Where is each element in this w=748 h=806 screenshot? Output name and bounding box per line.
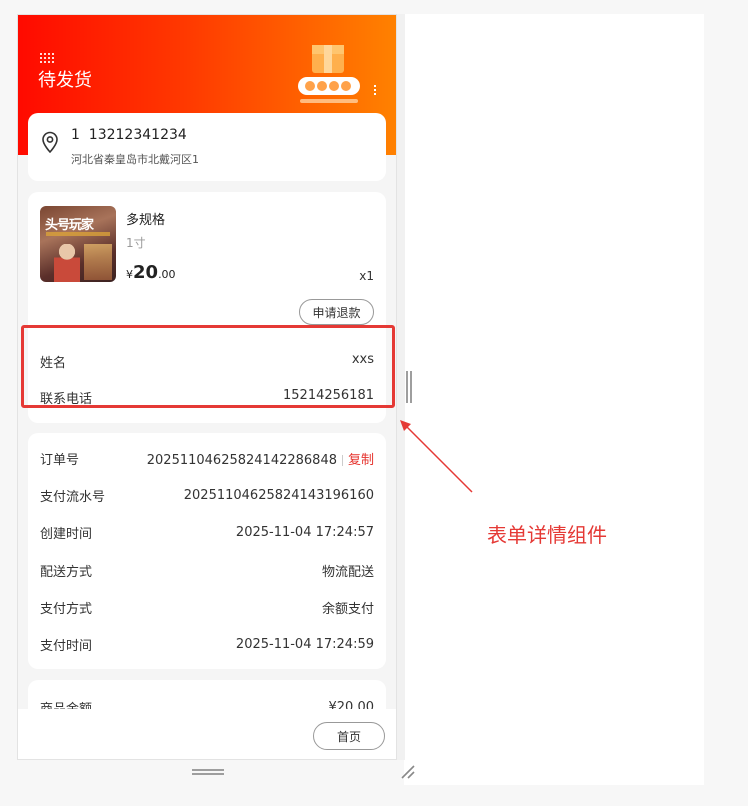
home-button[interactable]: 首页 xyxy=(313,722,385,750)
info-value: 2025-11-04 17:24:57 xyxy=(235,525,374,540)
info-label: 创建时间 xyxy=(40,527,93,542)
product-quantity: x1 xyxy=(359,269,374,283)
info-row: 创建时间 2025-11-04 17:24:57 xyxy=(40,523,374,542)
annotation-label: 表单详情组件 xyxy=(487,523,607,547)
info-row: 支付时间 2025-11-04 17:24:59 xyxy=(40,635,374,654)
annotation-arrow-icon xyxy=(400,420,473,493)
address-card[interactable]: 1 13212341234 河北省秦皇岛市北戴河区1 xyxy=(28,113,386,181)
info-row: 支付方式 余额支付 xyxy=(40,598,374,617)
info-label: 配送方式 xyxy=(40,565,93,580)
recipient-address: 河北省秦皇岛市北戴河区1 xyxy=(71,153,199,166)
info-label: 支付方式 xyxy=(40,602,93,617)
info-row: 支付流水号 20251104625824143196160 xyxy=(40,486,374,505)
preview-scrollbar[interactable] xyxy=(397,14,405,760)
info-row: 配送方式 物流配送 xyxy=(40,561,374,580)
location-icon xyxy=(42,131,58,153)
info-value: 物流配送 xyxy=(321,565,374,580)
canvas-background xyxy=(404,14,704,806)
copy-button[interactable]: 复制 xyxy=(348,453,374,468)
resize-corner-icon[interactable] xyxy=(400,764,416,780)
info-label: 订单号 xyxy=(40,453,80,468)
shipping-box-icon xyxy=(298,45,360,103)
resize-handle-bottom[interactable] xyxy=(192,769,224,777)
info-value: 2025-11-04 17:24:59 xyxy=(235,637,374,652)
dots-icon xyxy=(40,53,54,63)
info-value: 20251104625824143196160 xyxy=(183,488,374,503)
info-value: 余额支付 xyxy=(321,602,374,617)
page-bottom-strip xyxy=(0,785,748,806)
product-image[interactable]: 头号玩家 xyxy=(40,206,116,282)
recipient-name-phone: 1 13212341234 xyxy=(71,127,187,143)
product-name: 多规格 xyxy=(126,213,166,228)
bottom-action-bar: 首页 xyxy=(18,709,396,759)
order-number: 2025110462582414228684​8 xyxy=(146,453,337,468)
product-spec: 1寸 xyxy=(126,236,146,250)
order-info-card: 订单号 2025110462582414228684​8 复制 支付流水号 2025… xyxy=(28,433,386,669)
order-no-row: 订单号 2025110462582414228684​8 复制 xyxy=(40,449,374,468)
divider xyxy=(341,455,343,466)
product-price: ¥20.00 xyxy=(126,262,176,283)
info-label: 支付流水号 xyxy=(40,490,106,505)
info-label: 支付时间 xyxy=(40,639,93,654)
resize-handle-right[interactable] xyxy=(405,371,413,403)
product-image-title: 头号玩家 xyxy=(45,218,94,233)
more-icon[interactable] xyxy=(374,85,378,97)
form-detail-highlight xyxy=(21,325,395,408)
status-title: 待发货 xyxy=(38,70,92,91)
refund-button[interactable]: 申请退款 xyxy=(299,299,374,325)
